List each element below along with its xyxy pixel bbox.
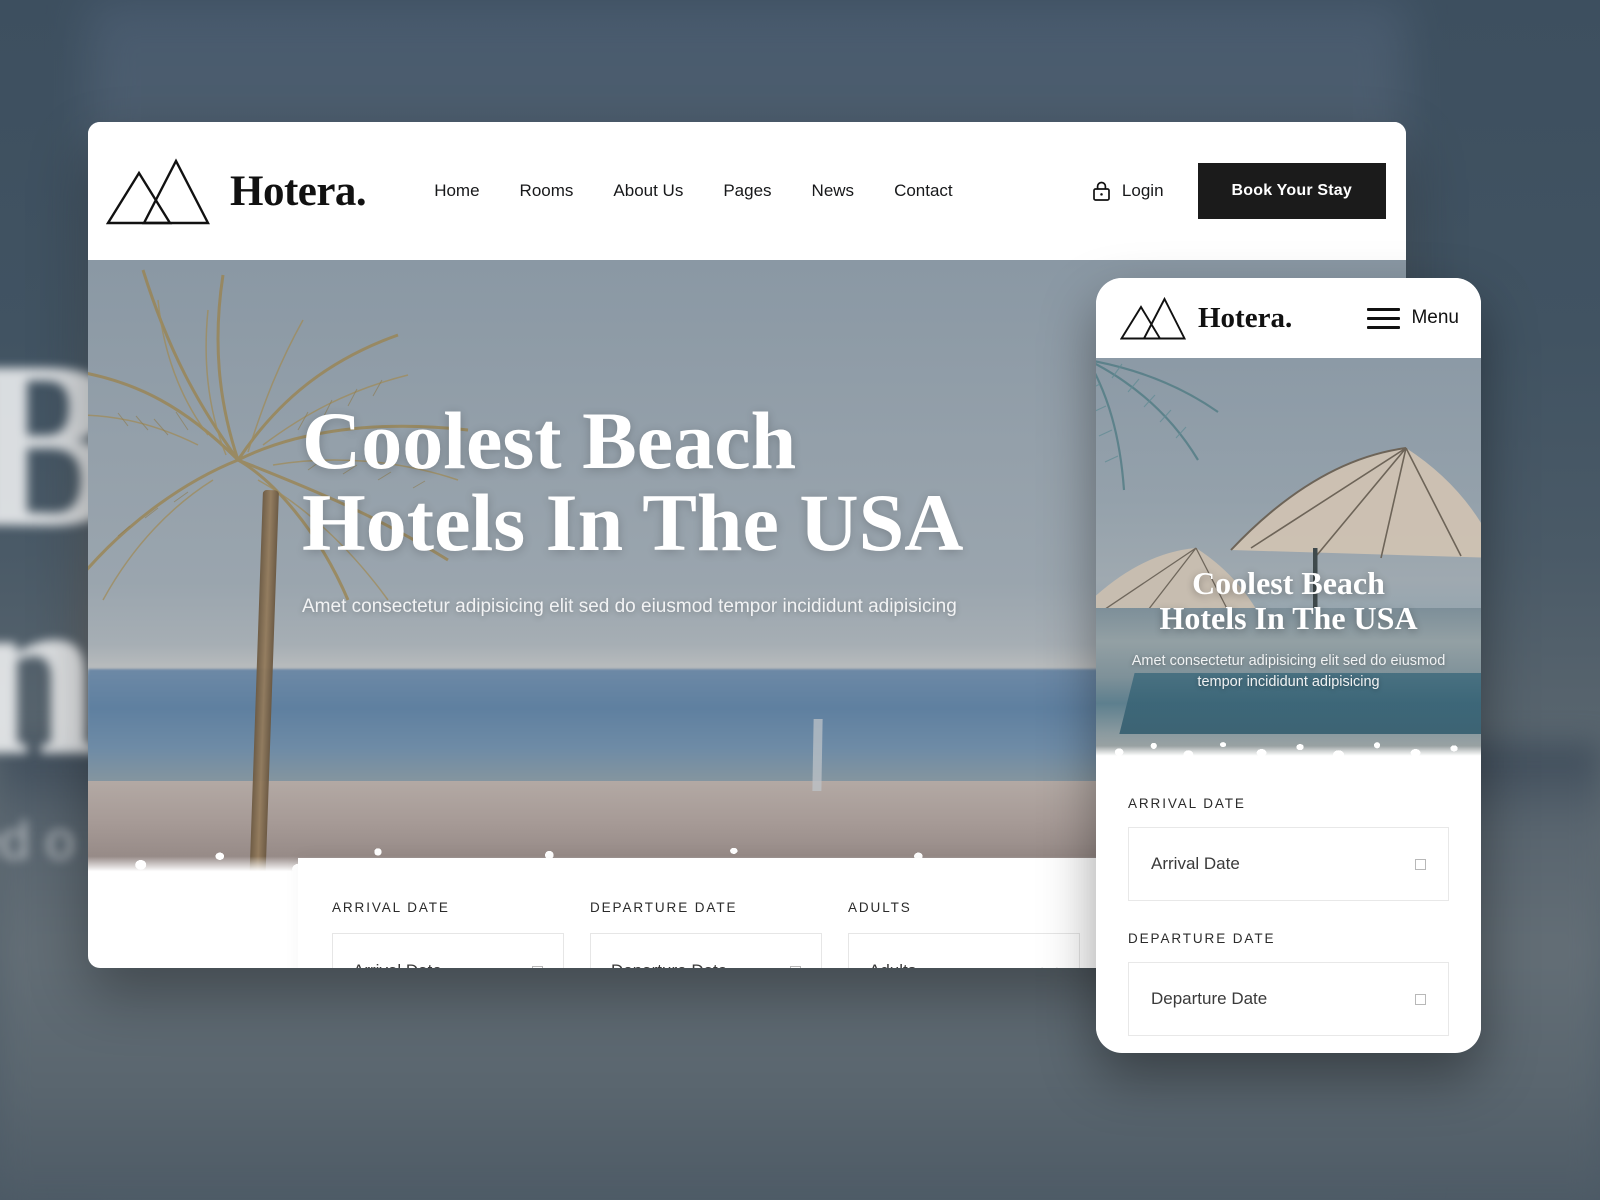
double-triangle-logo-icon bbox=[106, 158, 210, 225]
nav-item-about-us[interactable]: About Us bbox=[593, 181, 703, 201]
arrival-date-placeholder: Arrival Date bbox=[353, 961, 442, 968]
mobile-field-group-arrival-date: Arrival Date Arrival Date bbox=[1128, 796, 1449, 901]
mobile-hero-title-line-1: Coolest Beach bbox=[1192, 565, 1385, 601]
arrival-date-input[interactable]: Arrival Date bbox=[332, 933, 564, 968]
mobile-hero-splatter-edge bbox=[1096, 700, 1481, 762]
departure-date-placeholder: Departure Date bbox=[611, 961, 727, 968]
field-group-departure-date: Departure Date Departure Date bbox=[590, 900, 822, 968]
mobile-hero-copy: Coolest Beach Hotels In The USA Amet con… bbox=[1096, 566, 1481, 693]
mobile-phone-mockup: Hotera. Menu Coolest Beach Hotels In The… bbox=[1096, 278, 1481, 1053]
departure-date-label: Departure Date bbox=[590, 900, 738, 915]
hero-copy: Coolest Beach Hotels In The USA Amet con… bbox=[302, 400, 963, 618]
mobile-arrival-date-input[interactable]: Arrival Date bbox=[1128, 827, 1449, 901]
book-your-stay-button[interactable]: Book Your Stay bbox=[1197, 163, 1386, 219]
login-label: Login bbox=[1121, 181, 1164, 200]
mobile-departure-date-label: Departure Date bbox=[1128, 931, 1276, 946]
adults-placeholder: Adults bbox=[869, 961, 916, 968]
brand-name: Hotera. bbox=[230, 167, 367, 215]
desktop-header: Hotera. Home Rooms About Us Pages News C… bbox=[88, 122, 1406, 260]
nav-item-rooms[interactable]: Rooms bbox=[500, 181, 594, 201]
mobile-field-group-departure-date: Departure Date Departure Date bbox=[1128, 931, 1449, 1036]
desktop-header-actions: Login Book Your Stay bbox=[1091, 163, 1406, 219]
nav-item-contact[interactable]: Contact bbox=[874, 181, 973, 201]
mobile-brand-name: Hotera. bbox=[1198, 301, 1293, 334]
mobile-hero: Coolest Beach Hotels In The USA Amet con… bbox=[1096, 358, 1481, 762]
mobile-departure-date-input[interactable]: Departure Date bbox=[1128, 962, 1449, 1036]
mobile-header: Hotera. Menu bbox=[1096, 278, 1481, 358]
hero-subtitle: Amet consectetur adipisicing elit sed do… bbox=[302, 596, 957, 617]
adults-select[interactable]: Adults bbox=[848, 933, 1080, 968]
brand-logo[interactable]: Hotera. bbox=[106, 155, 367, 227]
nav-item-home[interactable]: Home bbox=[414, 181, 499, 201]
calendar-square-icon bbox=[1415, 993, 1426, 1005]
arrival-date-label: Arrival Date bbox=[332, 900, 450, 915]
mobile-menu-label: Menu bbox=[1411, 307, 1459, 328]
hamburger-icon bbox=[1367, 307, 1401, 329]
nav-item-pages[interactable]: Pages bbox=[703, 181, 791, 201]
adults-label: Adults bbox=[848, 900, 912, 915]
field-group-adults: Adults Adults bbox=[848, 900, 1080, 968]
background-blurred-tagline: ed o bbox=[0, 811, 76, 871]
departure-date-input[interactable]: Departure Date bbox=[590, 933, 822, 968]
chevron-down-icon bbox=[1041, 966, 1058, 968]
calendar-square-icon bbox=[1415, 858, 1426, 870]
mobile-hero-title-line-2: Hotels In The USA bbox=[1159, 599, 1418, 636]
mobile-departure-date-placeholder: Departure Date bbox=[1151, 989, 1268, 1008]
lock-icon bbox=[1093, 181, 1110, 201]
double-triangle-logo-icon bbox=[1120, 296, 1186, 340]
hero-title-line-1: Coolest Beach bbox=[302, 395, 797, 486]
desktop-nav: Home Rooms About Us Pages News Contact bbox=[414, 181, 972, 201]
nav-item-news[interactable]: News bbox=[792, 181, 875, 201]
calendar-square-icon bbox=[532, 965, 543, 968]
mobile-brand-logo[interactable]: Hotera. bbox=[1120, 295, 1292, 341]
field-group-arrival-date: Arrival Date Arrival Date bbox=[332, 900, 564, 968]
mobile-arrival-date-placeholder: Arrival Date bbox=[1151, 854, 1240, 873]
calendar-square-icon bbox=[790, 965, 801, 968]
mobile-booking-form: Arrival Date Arrival Date Departure Date… bbox=[1096, 762, 1481, 1036]
hero-title-line-2: Hotels In The USA bbox=[302, 477, 964, 568]
mobile-hero-subtitle: Amet consectetur adipisicing elit sed do… bbox=[1131, 653, 1446, 691]
mobile-arrival-date-label: Arrival Date bbox=[1128, 796, 1246, 811]
mobile-menu-button[interactable]: Menu bbox=[1367, 307, 1459, 329]
login-button[interactable]: Login bbox=[1091, 180, 1198, 202]
